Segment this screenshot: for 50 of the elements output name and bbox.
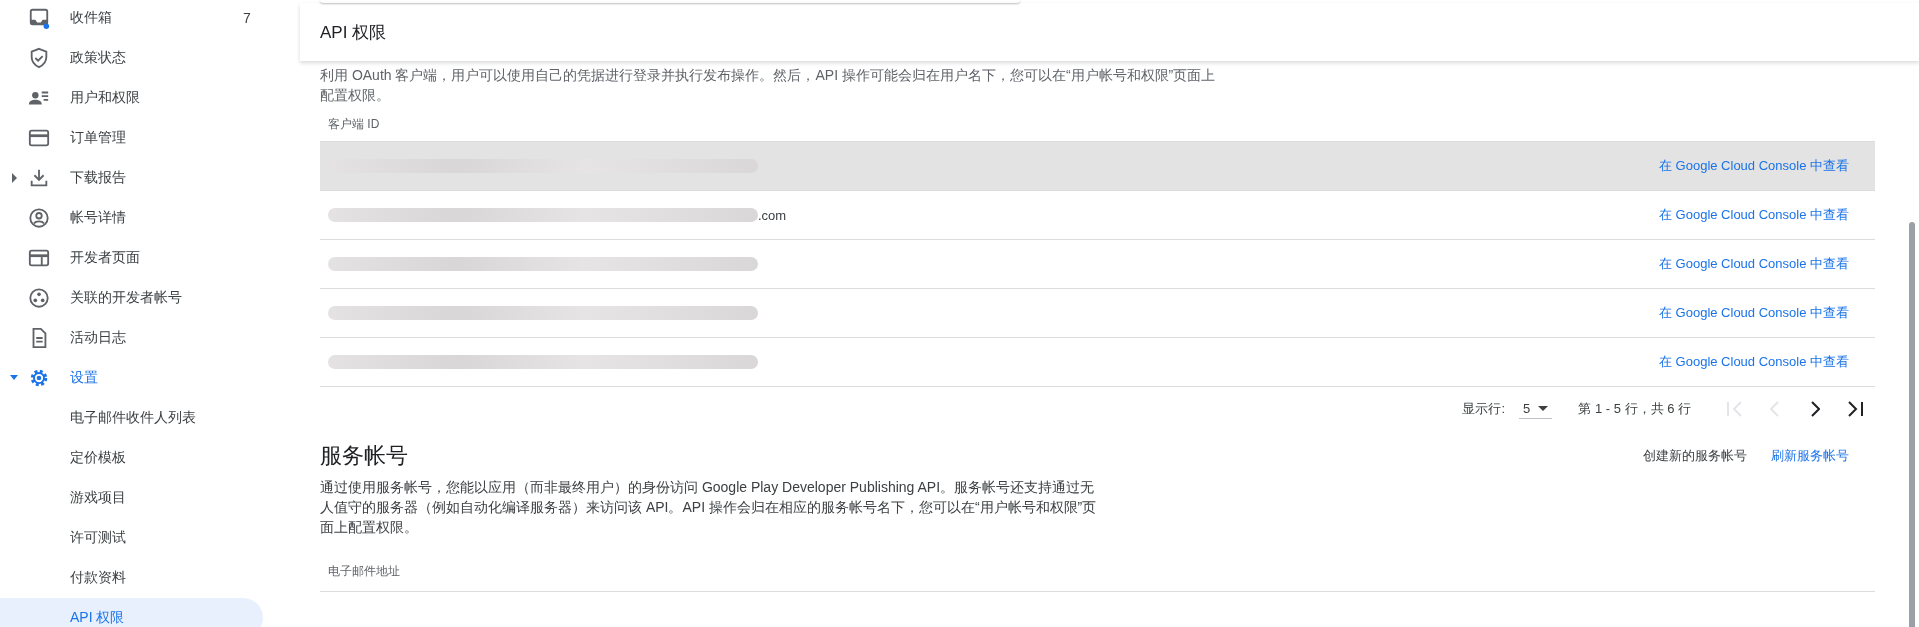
- inbox-icon: [28, 7, 50, 29]
- sidebar-item[interactable]: 订单管理: [0, 118, 263, 158]
- table-row[interactable]: .com 在 Google Cloud Console 中查看: [320, 191, 1875, 240]
- console-link[interactable]: 在 Google Cloud Console 中查看: [1658, 353, 1849, 371]
- console-link[interactable]: 在 Google Cloud Console 中查看: [1658, 255, 1849, 273]
- description: 通过使用服务帐号，您能以应用（而非最终用户）的身份访问 Google Play Developer Publishing API。服务帐号还支持通过无人值守的服务器（例如自动化编译服务器）来访问该 API。API 操作会归在相应的服务帐号名下，您可以在“用户帐号和权限”页面上配置权限。: [320, 478, 1098, 537]
- account-circle-icon: [28, 207, 50, 229]
- sidebar-item[interactable]: 开发者页面: [0, 238, 263, 278]
- description: 利用 OAuth 客户端，用户可以使用自己的凭据进行登录并执行发布操作。然后，API 操作可能会归在用户名下，您可以在“用户帐号和权限”页面上配置权限。: [320, 66, 1217, 105]
- section-title: 服务帐号: [320, 442, 408, 470]
- rows-label: 显示行:: [1462, 400, 1506, 418]
- table-row[interactable]: 在 Google Cloud Console 中查看: [320, 142, 1875, 191]
- sidebar-item[interactable]: 帐号详情: [0, 198, 263, 238]
- sidebar-subitem[interactable]: 电子邮件收件人列表: [0, 398, 263, 438]
- action-button[interactable]: 创建新的服务帐号: [1643, 447, 1747, 465]
- scrollbar[interactable]: [1909, 222, 1915, 627]
- caret-icon[interactable]: [10, 173, 18, 183]
- sidebar-item[interactable]: 政策状态: [0, 38, 263, 78]
- console-link[interactable]: 在 Google Cloud Console 中查看: [1658, 304, 1849, 322]
- table-row[interactable]: 在 Google Cloud Console 中查看: [320, 289, 1875, 338]
- sidebar-item[interactable]: 活动日志: [0, 318, 263, 358]
- dots-circle-icon: [28, 287, 50, 309]
- page-range: 第 1 - 5 行，共 6 行: [1578, 400, 1691, 418]
- column-header: 客户端 ID: [328, 115, 380, 133]
- page-title: API 权限: [320, 21, 387, 44]
- dropdown-icon: [1538, 405, 1549, 412]
- console-link[interactable]: 在 Google Cloud Console 中查看: [1658, 157, 1849, 175]
- sidebar-item[interactable]: 用户和权限: [0, 78, 263, 118]
- sidebar-item[interactable]: 收件箱 7: [0, 0, 263, 38]
- rows-per-page-dropdown[interactable]: 5: [1519, 399, 1553, 419]
- sidebar-subitem[interactable]: API 权限: [0, 598, 263, 627]
- sidebar-item[interactable]: 关联的开发者帐号: [0, 278, 263, 318]
- sidebar-subitem[interactable]: 许可测试: [0, 518, 263, 558]
- browser-window-icon: [28, 247, 50, 269]
- card-icon: [28, 127, 50, 149]
- shield-icon: [28, 47, 50, 69]
- settings-icon: [28, 367, 50, 389]
- sidebar-subitem[interactable]: 游戏项目: [0, 478, 263, 518]
- table-row[interactable]: 在 Google Cloud Console 中查看: [320, 240, 1875, 289]
- column-header: 电子邮件地址: [328, 562, 400, 580]
- action-button[interactable]: 刷新服务帐号: [1771, 447, 1849, 465]
- table-row[interactable]: 在 Google Cloud Console 中查看: [320, 338, 1875, 387]
- sidebar-subitem[interactable]: 付款资料: [0, 558, 263, 598]
- console-link[interactable]: 在 Google Cloud Console 中查看: [1658, 206, 1849, 224]
- unread-count: 7: [243, 10, 251, 26]
- sidebar-item[interactable]: 设置: [0, 358, 263, 398]
- download-icon: [28, 167, 50, 189]
- sidebar-subitem[interactable]: 定价模板: [0, 438, 263, 478]
- sidebar-item[interactable]: 下载报告: [0, 158, 263, 198]
- client-id-text: .com: [758, 207, 787, 223]
